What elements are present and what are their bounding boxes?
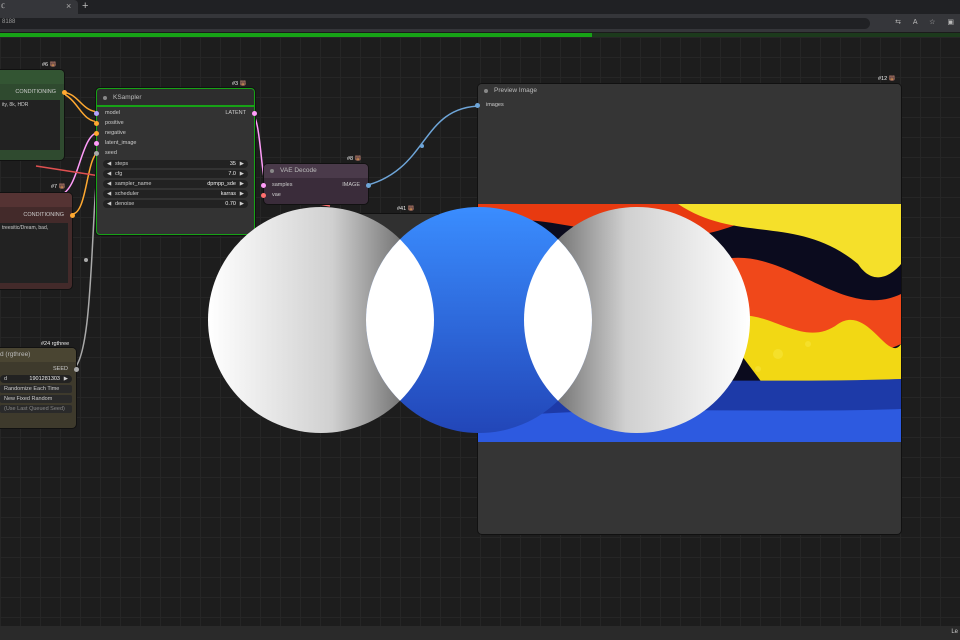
- negative-prompt-node[interactable]: CONDITIONING treesitic/Dream, bad,: [0, 193, 75, 289]
- input-slot-negative[interactable]: [94, 131, 99, 136]
- decrement-arrow-icon[interactable]: ◀: [107, 181, 111, 187]
- node-badge-8: #8 🐻: [347, 156, 362, 162]
- input-label-model: model: [105, 110, 120, 116]
- seed-prefix: d: [4, 376, 8, 382]
- wire-reroute-point: [420, 144, 424, 148]
- seed-value: 1901281303: [29, 376, 60, 382]
- seed-node-title: d (rgthree): [0, 351, 31, 358]
- latent-output-label: LATENT: [225, 110, 246, 116]
- wire-reroute-point: [84, 258, 88, 262]
- status-text: Le: [951, 629, 958, 635]
- conditioning-output-slot[interactable]: [70, 213, 75, 218]
- input-label-samples: samples: [272, 182, 293, 188]
- wire-positive: [59, 91, 101, 123]
- randomize-each-time-button[interactable]: Randomize Each Time: [0, 385, 72, 393]
- decrement-arrow-icon[interactable]: ◀: [107, 161, 111, 167]
- input-slot-vae[interactable]: [261, 193, 266, 198]
- status-bar: Le: [0, 626, 960, 640]
- new-fixed-random-button[interactable]: New Fixed Random: [0, 395, 72, 403]
- input-slot-model[interactable]: [94, 111, 99, 116]
- increment-arrow-icon[interactable]: ▶: [240, 181, 244, 187]
- seed-rgthree-node[interactable]: d (rgthree) SEED d 1901281303 ▶ Randomiz…: [0, 348, 79, 428]
- image-output-slot[interactable]: [366, 183, 371, 188]
- ksampler-title: KSampler: [113, 94, 142, 101]
- input-label-images: images: [486, 102, 504, 108]
- collapse-dot[interactable]: [103, 96, 107, 100]
- seed-output-label: SEED: [53, 366, 68, 372]
- decrement-arrow-icon[interactable]: ◀: [107, 171, 111, 177]
- widget-scheduler[interactable]: ◀ scheduler karras ▶: [103, 190, 248, 198]
- collapse-dot[interactable]: [270, 169, 274, 173]
- input-slot-latent[interactable]: [94, 141, 99, 146]
- decrement-arrow-icon[interactable]: ◀: [107, 201, 111, 207]
- input-label-positive: positive: [105, 120, 124, 126]
- increment-arrow-icon[interactable]: ▶: [240, 171, 244, 177]
- input-label-negative: negative: [105, 130, 126, 136]
- input-slot-positive[interactable]: [94, 121, 99, 126]
- decrement-arrow-icon[interactable]: ◀: [107, 191, 111, 197]
- negative-prompt-text: treesitic/Dream, bad,: [2, 225, 49, 231]
- image-output-label: IMAGE: [342, 182, 360, 188]
- collapse-dot[interactable]: [484, 89, 488, 93]
- positive-prompt-node[interactable]: CONDITIONING ity, 8k, HDR: [0, 70, 67, 160]
- input-slot-samples[interactable]: [261, 183, 266, 188]
- vae-decode-node[interactable]: VAE Decode samples IMAGE vae: [261, 164, 371, 204]
- input-label-vae: vae: [272, 192, 281, 198]
- positive-prompt-textarea[interactable]: ity, 8k, HDR: [0, 100, 60, 150]
- node-badge-24: #24 rgthree: [41, 341, 70, 347]
- seed-value-widget[interactable]: d 1901281303 ▶: [0, 375, 72, 383]
- positive-prompt-text: ity, 8k, HDR: [2, 102, 29, 108]
- input-slot-seed[interactable]: [94, 151, 99, 156]
- widget-steps[interactable]: ◀ steps 35 ▶: [103, 160, 248, 168]
- node-badge-3: #3 🐻: [232, 81, 247, 87]
- negative-prompt-textarea[interactable]: treesitic/Dream, bad,: [0, 223, 68, 283]
- increment-arrow-icon[interactable]: ▶: [64, 376, 68, 382]
- venn-overlay: [208, 207, 750, 433]
- latent-output-slot[interactable]: [252, 111, 257, 116]
- vae-decode-title: VAE Decode: [280, 167, 317, 174]
- seed-output-slot[interactable]: [74, 367, 79, 372]
- input-label-seed: seed: [105, 150, 117, 156]
- preview-image-title: Preview Image: [494, 87, 537, 94]
- widget-sampler-name[interactable]: ◀ sampler_name dpmpp_sde ▶: [103, 180, 248, 188]
- increment-arrow-icon[interactable]: ▶: [240, 161, 244, 167]
- conditioning-output-label: CONDITIONING: [23, 212, 64, 218]
- node-badge-12: #12 🐻: [878, 76, 896, 82]
- widget-cfg[interactable]: ◀ cfg 7.0 ▶: [103, 170, 248, 178]
- conditioning-output-label: CONDITIONING: [15, 89, 56, 95]
- increment-arrow-icon[interactable]: ▶: [240, 191, 244, 197]
- input-slot-images[interactable]: [475, 103, 480, 108]
- node-badge-7: #7 🐻: [51, 184, 66, 190]
- input-label-latent: latent_image: [105, 140, 137, 146]
- use-last-queued-seed-button[interactable]: (Use Last Queued Seed): [0, 405, 72, 413]
- node-badge-6: #6 🐻: [42, 62, 57, 68]
- conditioning-output-slot[interactable]: [62, 90, 67, 95]
